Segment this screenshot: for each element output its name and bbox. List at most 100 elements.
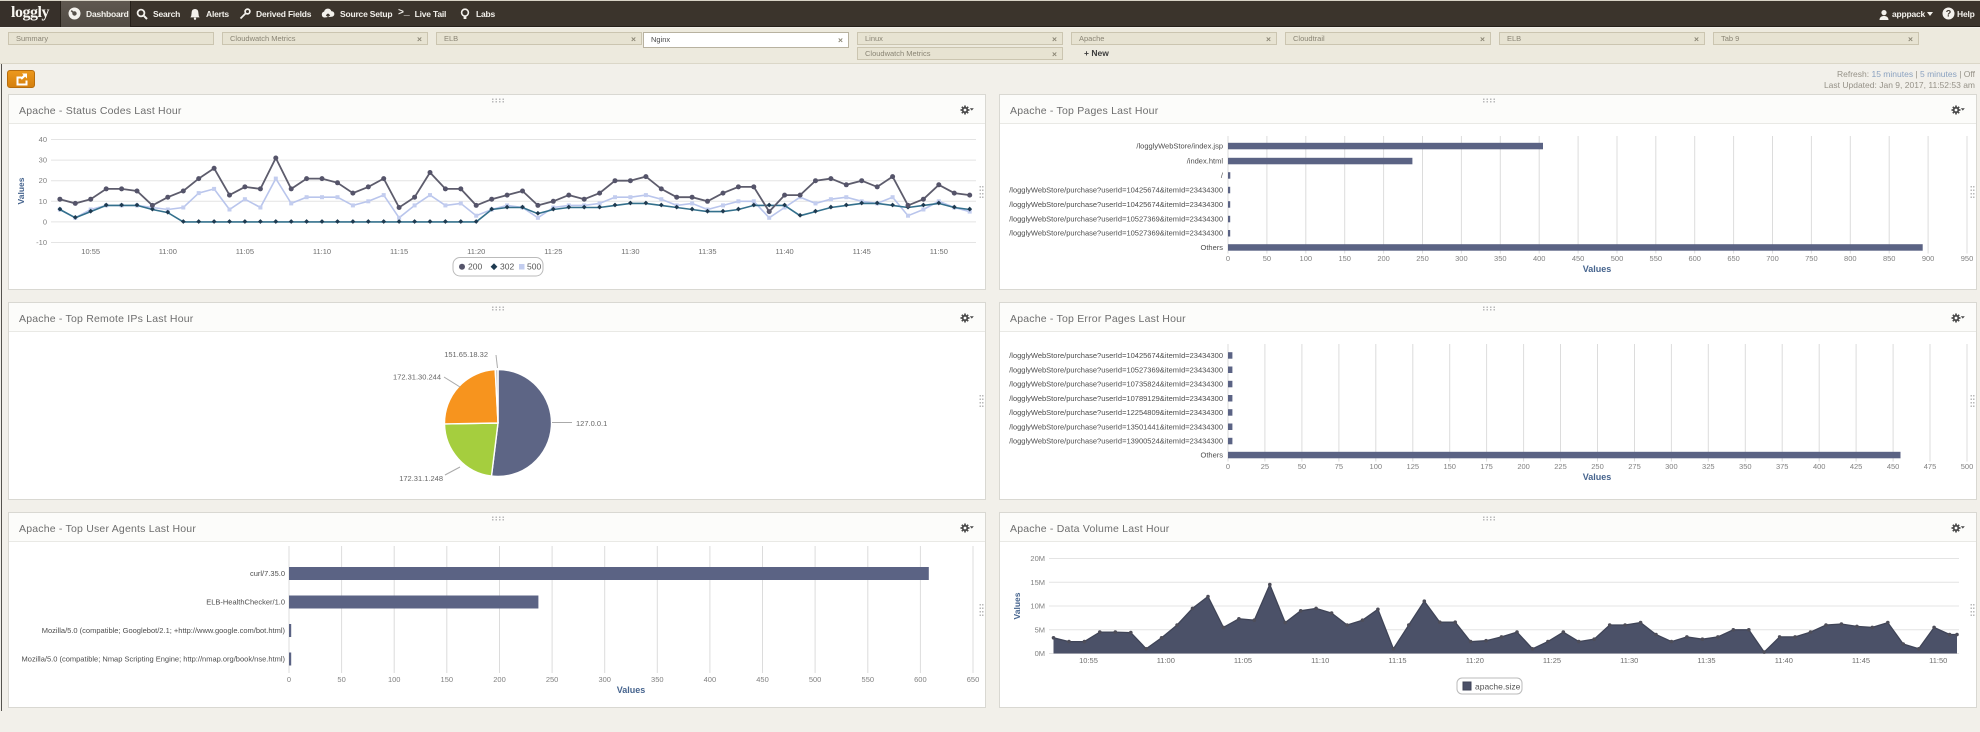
svg-text:700: 700 [1766, 254, 1779, 263]
svg-text:400: 400 [1533, 254, 1546, 263]
svg-text:11:45: 11:45 [853, 247, 871, 256]
svg-text:275: 275 [1628, 462, 1641, 471]
svg-text:100: 100 [388, 675, 401, 684]
svg-text:650: 650 [1727, 254, 1740, 263]
svg-text:25: 25 [1261, 462, 1269, 471]
svg-text:425: 425 [1850, 462, 1863, 471]
svg-text:11:15: 11:15 [390, 247, 408, 256]
svg-text:50: 50 [1298, 462, 1306, 471]
svg-text:Values: Values [617, 685, 646, 695]
svg-text:/logglyWebStore/purchase?userI: /logglyWebStore/purchase?userId=10425674… [1009, 351, 1223, 360]
svg-text:10:55: 10:55 [1079, 656, 1098, 665]
svg-text:11:40: 11:40 [1775, 656, 1793, 665]
svg-text:375: 375 [1776, 462, 1789, 471]
svg-text:/logglyWebStore/purchase?userI: /logglyWebStore/purchase?userId=13900524… [1009, 437, 1223, 446]
svg-text:125: 125 [1407, 462, 1420, 471]
svg-text:11:05: 11:05 [1234, 656, 1252, 665]
svg-text:/logglyWebStore/purchase?userI: /logglyWebStore/purchase?userId=10735824… [1009, 380, 1223, 389]
svg-text:475: 475 [1924, 462, 1937, 471]
svg-text:ELB-HealthChecker/1.0: ELB-HealthChecker/1.0 [206, 598, 285, 607]
svg-text:20M: 20M [1030, 554, 1045, 563]
svg-text:550: 550 [1650, 254, 1663, 263]
svg-text:30: 30 [39, 156, 47, 165]
svg-text:350: 350 [1494, 254, 1507, 263]
svg-text:11:30: 11:30 [621, 247, 639, 256]
svg-text:850: 850 [1883, 254, 1896, 263]
svg-text:/: / [1221, 171, 1224, 180]
svg-text:302: 302 [500, 262, 514, 272]
svg-text:450: 450 [1572, 254, 1585, 263]
svg-text:5M: 5M [1035, 625, 1045, 634]
svg-text:150: 150 [1443, 462, 1456, 471]
svg-text:11:15: 11:15 [1388, 656, 1406, 665]
svg-text:apache.size: apache.size [1475, 682, 1521, 692]
svg-text:200: 200 [468, 262, 482, 272]
svg-text:?: ? [1946, 9, 1952, 19]
svg-text:450: 450 [756, 675, 769, 684]
svg-text:650: 650 [967, 675, 980, 684]
svg-text:800: 800 [1844, 254, 1857, 263]
svg-text:11:20: 11:20 [467, 247, 485, 256]
svg-text:/logglyWebStore/purchase?userI: /logglyWebStore/purchase?userId=13501441… [1009, 422, 1223, 431]
svg-text:Values: Values [1012, 592, 1022, 619]
svg-text:20: 20 [39, 176, 47, 185]
svg-text:0: 0 [287, 675, 291, 684]
svg-text:11:05: 11:05 [236, 247, 254, 256]
svg-text:500: 500 [1961, 462, 1974, 471]
svg-text:172.31.1.248: 172.31.1.248 [399, 474, 443, 483]
svg-text:Others: Others [1200, 243, 1223, 252]
svg-text:450: 450 [1887, 462, 1900, 471]
svg-text:/logglyWebStore/purchase?userI: /logglyWebStore/purchase?userId=10527369… [1009, 365, 1223, 374]
svg-text:11:20: 11:20 [1466, 656, 1484, 665]
svg-text:11:10: 11:10 [313, 247, 331, 256]
svg-text:15M: 15M [1030, 578, 1045, 587]
svg-text:11:35: 11:35 [1697, 656, 1715, 665]
svg-text:250: 250 [1591, 462, 1604, 471]
svg-text:11:10: 11:10 [1311, 656, 1329, 665]
svg-text:11:25: 11:25 [544, 247, 562, 256]
svg-text:225: 225 [1554, 462, 1567, 471]
svg-text:50: 50 [337, 675, 345, 684]
svg-text:/index.html: /index.html [1187, 157, 1224, 166]
svg-text:11:30: 11:30 [1620, 656, 1638, 665]
svg-text:11:45: 11:45 [1852, 656, 1870, 665]
svg-text:/logglyWebStore/purchase?userI: /logglyWebStore/purchase?userId=10789129… [1009, 394, 1223, 403]
svg-text:350: 350 [651, 675, 664, 684]
svg-text:600: 600 [914, 675, 927, 684]
svg-text:0: 0 [1226, 254, 1230, 263]
svg-text:200: 200 [1377, 254, 1390, 263]
svg-text:11:50: 11:50 [930, 247, 948, 256]
svg-text:Values: Values [16, 177, 26, 204]
svg-text:Others: Others [1200, 451, 1223, 460]
svg-text:350: 350 [1739, 462, 1752, 471]
svg-text:75: 75 [1335, 462, 1343, 471]
svg-text:500: 500 [527, 262, 541, 272]
svg-text:11:40: 11:40 [775, 247, 793, 256]
svg-text:10M: 10M [1030, 602, 1045, 611]
svg-text:/logglyWebStore/purchase?userI: /logglyWebStore/purchase?userId=12254809… [1009, 408, 1223, 417]
svg-text:10: 10 [39, 197, 47, 206]
svg-text:172.31.30.244: 172.31.30.244 [393, 373, 441, 382]
svg-text:500: 500 [1611, 254, 1624, 263]
svg-text:/logglyWebStore/purchase?userI: /logglyWebStore/purchase?userId=10425674… [1009, 200, 1223, 209]
svg-text:/logglyWebStore/index.jsp: /logglyWebStore/index.jsp [1136, 142, 1223, 151]
svg-text:50: 50 [1263, 254, 1271, 263]
svg-text:11:25: 11:25 [1543, 656, 1561, 665]
svg-text:600: 600 [1688, 254, 1701, 263]
svg-text:200: 200 [493, 675, 506, 684]
svg-text:/logglyWebStore/purchase?userI: /logglyWebStore/purchase?userId=10527369… [1009, 229, 1223, 238]
svg-text:Mozilla/5.0 (compatible; Googl: Mozilla/5.0 (compatible; Googlebot/2.1; … [42, 626, 286, 635]
svg-text:/logglyWebStore/purchase?userI: /logglyWebStore/purchase?userId=10527369… [1009, 215, 1223, 224]
svg-text:300: 300 [1665, 462, 1678, 471]
svg-text:100: 100 [1300, 254, 1313, 263]
svg-text:0M: 0M [1035, 649, 1045, 658]
svg-text:500: 500 [809, 675, 822, 684]
svg-text:750: 750 [1805, 254, 1818, 263]
svg-text:175: 175 [1480, 462, 1493, 471]
svg-text:Values: Values [1583, 472, 1612, 482]
svg-text:950: 950 [1961, 254, 1974, 263]
svg-text:11:00: 11:00 [1157, 656, 1175, 665]
svg-text:150: 150 [441, 675, 454, 684]
svg-text:11:00: 11:00 [159, 247, 177, 256]
svg-text:550: 550 [862, 675, 875, 684]
